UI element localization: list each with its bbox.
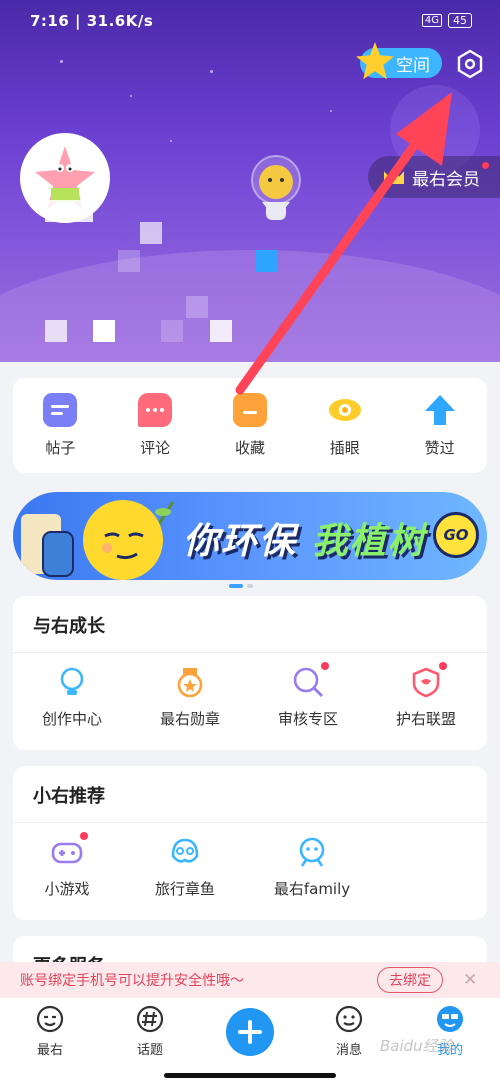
signal-icon: 4G bbox=[421, 14, 442, 27]
quick-item-posts[interactable]: 帖子 bbox=[20, 393, 100, 458]
space-button[interactable]: 空间 bbox=[356, 42, 442, 80]
star-decoration bbox=[330, 110, 332, 112]
grid-item-travel-octopus[interactable]: 旅行章鱼 bbox=[126, 836, 244, 899]
folder-icon bbox=[232, 393, 267, 427]
section-title: 与右成长 bbox=[33, 616, 105, 637]
tab-messages[interactable]: 消息 bbox=[314, 1004, 384, 1058]
tab-home[interactable]: 最右 bbox=[15, 1004, 85, 1058]
astronaut-mascot-icon bbox=[240, 152, 310, 230]
settings-button[interactable] bbox=[452, 46, 488, 82]
octopus-icon bbox=[169, 836, 201, 868]
eye-icon bbox=[328, 393, 362, 427]
smirk-mascot-icon bbox=[83, 500, 163, 580]
home-indicator[interactable] bbox=[164, 1073, 336, 1078]
promo-banner[interactable]: 你环保 我植树 GO bbox=[13, 492, 487, 580]
quick-label: 收藏 bbox=[234, 439, 265, 457]
divider bbox=[13, 822, 487, 823]
review-search-icon bbox=[292, 662, 329, 698]
grid-item-guard-alliance[interactable]: 护右联盟 bbox=[367, 662, 485, 729]
star-decoration bbox=[210, 70, 213, 73]
quick-item-liked[interactable]: 赞过 bbox=[400, 393, 480, 458]
pagination-dot bbox=[247, 584, 253, 588]
grid-item-mini-games[interactable]: 小游戏 bbox=[8, 832, 126, 899]
banner-go-button[interactable]: GO bbox=[433, 512, 479, 558]
grid-label: 小游戏 bbox=[44, 880, 90, 898]
grid-label: 创作中心 bbox=[41, 710, 102, 728]
comment-bubble-icon bbox=[138, 393, 173, 427]
grid-label: 旅行章鱼 bbox=[154, 880, 215, 898]
growth-section: 与右成长 创作中心 最右勋章 审核专区 护右联盟 bbox=[13, 596, 487, 750]
crown-icon bbox=[384, 168, 404, 184]
quick-actions-card: 帖子 评论 收藏 插眼 赞过 bbox=[13, 378, 487, 473]
recommend-section: 小右推荐 小游戏 旅行章鱼 最右family bbox=[13, 766, 487, 920]
face-icon bbox=[36, 1005, 64, 1033]
notification-dot bbox=[80, 832, 88, 840]
quick-item-watch[interactable]: 插眼 bbox=[305, 393, 385, 458]
shield-icon bbox=[410, 662, 447, 698]
create-post-button[interactable] bbox=[226, 1008, 274, 1056]
profile-header: 7:16 | 31.6K/s 4G 45 空间 最右会员 bbox=[0, 0, 500, 362]
divider bbox=[13, 652, 487, 653]
watermark: Baidu经验 bbox=[380, 1037, 453, 1055]
profile-face-icon bbox=[437, 1006, 463, 1032]
settings-hexagon-icon bbox=[457, 49, 483, 79]
vip-label: 最右会员 bbox=[412, 169, 480, 190]
tab-label: 消息 bbox=[335, 1043, 362, 1058]
banner-pagination bbox=[229, 584, 253, 588]
star-decoration bbox=[60, 60, 63, 63]
pagination-dot-active bbox=[229, 584, 243, 588]
grid-label: 护右联盟 bbox=[395, 710, 456, 728]
banner-slogan-green: 我植树 bbox=[311, 521, 426, 562]
grid-item-creator-center[interactable]: 创作中心 bbox=[13, 666, 131, 729]
planet-horizon bbox=[0, 250, 500, 362]
quick-label: 插眼 bbox=[329, 439, 360, 457]
quick-item-comments[interactable]: 评论 bbox=[115, 393, 195, 458]
star-decoration bbox=[130, 95, 132, 97]
quick-label: 赞过 bbox=[424, 439, 455, 457]
status-bar: 7:16 | 31.6K/s 4G 45 bbox=[0, 0, 500, 44]
tab-label: 最右 bbox=[36, 1043, 63, 1058]
notification-dot bbox=[439, 662, 447, 670]
banner-slogan-white: 你环保 bbox=[183, 521, 298, 562]
medal-icon bbox=[174, 666, 206, 698]
thumb-up-arrow-icon bbox=[423, 393, 457, 427]
plus-icon bbox=[238, 1020, 262, 1044]
bind-phone-notice: 账号绑定手机号可以提升安全性哦～ 去绑定 ✕ bbox=[0, 962, 500, 998]
bulb-icon bbox=[56, 666, 88, 698]
notification-dot bbox=[482, 162, 489, 169]
bind-phone-button[interactable]: 去绑定 bbox=[377, 967, 443, 993]
star-decoration bbox=[170, 140, 172, 142]
grid-item-medals[interactable]: 最右勋章 bbox=[131, 666, 249, 729]
space-label: 空间 bbox=[396, 55, 430, 76]
section-title: 小右推荐 bbox=[33, 786, 105, 807]
gamepad-icon bbox=[51, 832, 88, 868]
quick-label: 帖子 bbox=[45, 439, 76, 457]
grid-label: 最右勋章 bbox=[159, 710, 220, 728]
message-face-icon bbox=[335, 1005, 363, 1033]
tab-topics[interactable]: 话题 bbox=[115, 1004, 185, 1058]
notification-dot bbox=[321, 662, 329, 670]
posts-icon bbox=[43, 393, 78, 427]
banner-slogan: 你环保 我植树 bbox=[183, 512, 426, 564]
grid-item-family[interactable]: 最右family bbox=[253, 836, 371, 899]
quick-item-favorites[interactable]: 收藏 bbox=[210, 393, 290, 458]
family-icon bbox=[296, 836, 328, 868]
grid-label: 审核专区 bbox=[277, 710, 338, 728]
status-time: 7:16 | 31.6K/s bbox=[30, 12, 154, 30]
grid-item-review-zone[interactable]: 审核专区 bbox=[249, 662, 367, 729]
tab-label: 话题 bbox=[136, 1043, 163, 1058]
vip-membership-tag[interactable]: 最右会员 bbox=[368, 156, 500, 198]
hashtag-icon bbox=[136, 1005, 164, 1033]
quick-label: 评论 bbox=[140, 439, 171, 457]
grid-label: 最右family bbox=[273, 880, 351, 898]
status-indicators: 4G 45 bbox=[421, 13, 472, 28]
close-icon[interactable]: ✕ bbox=[463, 970, 477, 990]
star-icon bbox=[356, 42, 394, 80]
notice-text: 账号绑定手机号可以提升安全性哦～ bbox=[20, 973, 244, 989]
battery-icon: 45 bbox=[448, 13, 472, 28]
